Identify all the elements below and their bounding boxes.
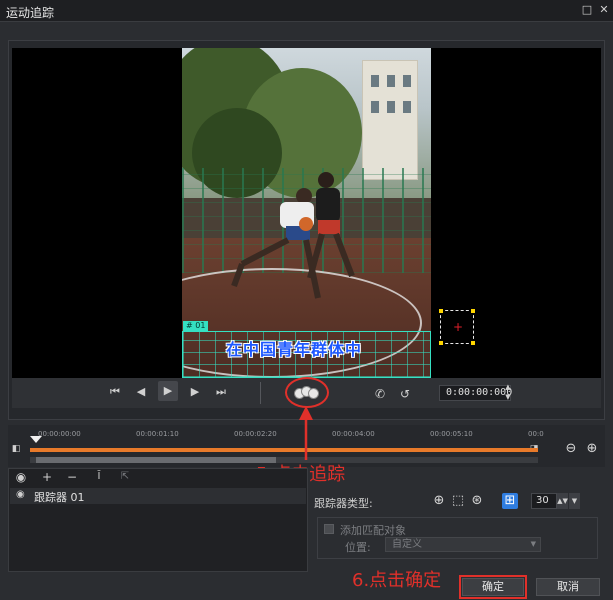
playhead[interactable] [30, 436, 42, 443]
tracker-marker[interactable]: + [439, 309, 475, 345]
next-frame-icon[interactable]: ▶︎ [188, 384, 202, 400]
timeline-start-marker-icon[interactable]: ◧ [10, 441, 22, 457]
close-icon[interactable]: ✕ [597, 3, 611, 17]
separator [260, 382, 261, 404]
tick-label: 00:00:01:10 [136, 430, 179, 438]
history-icon[interactable]: ↺ [398, 386, 412, 402]
remove-tracker-icon[interactable]: − [65, 470, 79, 484]
video-players [231, 172, 355, 299]
timecode-field[interactable]: 0:00:00:000 [439, 385, 512, 401]
annotation-ok-highlight [459, 575, 527, 599]
timecode-up-icon[interactable]: ▲ [503, 382, 513, 392]
annotation-step6: 6.点击确定 [352, 570, 442, 591]
tracker-toolbar: ◉ + − Ī ⇱ [8, 470, 308, 486]
value-stepper-icon[interactable]: ▲▼ [557, 493, 568, 509]
timeline-ruler: 00:00:00:00 00:00:01:10 00:00:02:20 00:0… [30, 428, 544, 450]
timeline-scrollbar[interactable] [30, 457, 538, 463]
title-bar: 运动追踪 □ ✕ [0, 0, 613, 22]
tracker-tag: # 01 [183, 321, 209, 331]
zoom-in-icon[interactable]: ⊕ [584, 441, 600, 457]
tick-label: 00:00:04:00 [332, 430, 375, 438]
chevron-down-icon: ▼ [530, 540, 536, 548]
timecode-down-icon[interactable]: ▼ [503, 392, 513, 402]
tick-label: 00:00:05:10 [430, 430, 473, 438]
timeline-progress[interactable] [30, 448, 538, 452]
area-tracker-icon[interactable]: ⬚ [450, 493, 466, 509]
play-button[interactable]: ▶ [158, 381, 178, 401]
go-to-start-icon[interactable]: ⏮ [108, 384, 122, 400]
tracker-list-item[interactable]: ◉ 跟踪器 01 [10, 488, 306, 504]
caption-text: 在中国青年群体中 [226, 340, 363, 359]
crosshair-icon: + [453, 320, 464, 334]
video-building [362, 60, 418, 180]
multi-point-tracker-icon[interactable]: ⊛ [469, 493, 485, 509]
visibility-icon[interactable]: ◉ [14, 470, 28, 484]
export-icon[interactable]: ⇱ [118, 470, 132, 484]
position-select[interactable]: 自定义 ▼ [385, 537, 541, 552]
tick-label: 00:0 [528, 430, 544, 438]
previous-frame-icon[interactable]: ◀︎ [134, 384, 148, 400]
annotation-arrow [299, 406, 313, 460]
point-tracker-icon[interactable]: ⊕ [431, 493, 447, 509]
add-tracker-icon[interactable]: + [40, 470, 54, 484]
tick-label: 00:00:02:20 [234, 430, 277, 438]
video-frame: # 01 在中国青年群体中 [182, 48, 431, 378]
tracker-type-label: 跟踪器类型: [314, 497, 373, 510]
tick-label: 00:00:00:00 [38, 430, 81, 438]
annotation-circle [285, 377, 329, 408]
tracker-value-field[interactable]: 30 [531, 493, 557, 509]
position-value: 自定义 [392, 539, 422, 550]
tracker-preset-icon[interactable]: ⊞ [502, 493, 518, 509]
rename-icon[interactable]: Ī [92, 470, 106, 484]
value-dropdown-icon[interactable]: ▼ [569, 493, 580, 509]
match-object-label: 添加匹配对象 [340, 524, 406, 537]
match-object-checkbox[interactable] [324, 524, 334, 534]
phone-icon[interactable]: ✆ [373, 386, 387, 402]
position-label: 位置: [345, 541, 371, 554]
maximize-icon[interactable]: □ [580, 3, 594, 17]
cancel-button[interactable]: 取消 [536, 578, 600, 596]
go-to-end-icon[interactable]: ⏭ [214, 384, 228, 400]
timeline-scroll-thumb[interactable] [36, 457, 276, 463]
eye-icon[interactable]: ◉ [16, 489, 25, 500]
tracker-name: 跟踪器 01 [34, 491, 85, 504]
zoom-out-icon[interactable]: ⊖ [563, 441, 579, 457]
window-title: 运动追踪 [6, 6, 55, 20]
timeline-progress-fill [30, 448, 538, 452]
